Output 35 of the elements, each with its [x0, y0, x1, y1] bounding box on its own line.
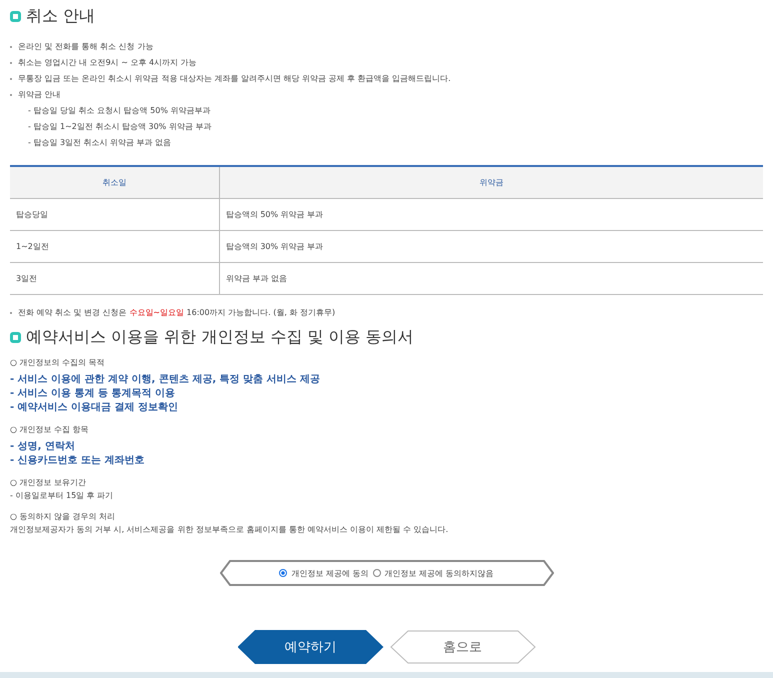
reserve-button[interactable]: 예약하기	[238, 630, 384, 664]
home-button[interactable]: 홈으로	[390, 630, 536, 664]
subsection-heading: ○ 개인정보 보유기간	[10, 477, 88, 489]
section-title: 취소 안내	[26, 6, 96, 27]
info-line: 개인정보제공자가 동의 거부 시, 서비스제공을 위한 정보부족으로 홈페이지를 통한 예약서비스 이용이 제한될 수 있습니다.	[10, 524, 450, 536]
sub-item-text: - 탑승일 당일 취소 요청시 탑승액 50% 위약금부과	[27, 105, 212, 117]
subsection-heading: ○ 개인정보의 수집의 목적	[10, 357, 106, 369]
phone-note-text: 전화 예약 취소 및 변경 신청은 수요일~일요일 16:00까지 가능합니다. (월, 화 정기휴무)	[18, 307, 336, 319]
sub-item-text: - 탑승일 1~2일전 취소시 탑승액 30% 위약금 부과	[27, 121, 212, 133]
column-header: 위약금	[219, 166, 763, 198]
subsection-heading: ○ 개인정보 수집 항목	[10, 424, 90, 436]
bullet-text: 온라인 및 전화를 통해 취소 신청 가능	[18, 41, 154, 53]
bullet-text: 위약금 안내	[18, 89, 61, 101]
table-cell: 탑승액의 50% 위약금 부과	[219, 198, 763, 230]
bullet-text: 무통장 입금 또는 온라인 취소시 위약금 적용 대상자는 계좌를 알려주시면 해당 위약금 공제 후 환급액을 입금해드립니다.	[18, 73, 451, 85]
consent-radio[interactable]: 개인정보 제공에 동의	[279, 568, 368, 578]
square-bullet-icon	[10, 11, 21, 22]
table-cell: 1~2일전	[10, 230, 220, 262]
subsection-heading: ○ 동의하지 않을 경우의 처리	[10, 511, 116, 523]
table-cell: 위약금 부과 없음	[219, 262, 763, 294]
square-bullet-icon	[10, 332, 21, 343]
info-line: - 서비스 이용 통계 등 통계목적 이용	[10, 387, 176, 401]
consent-radio[interactable]: 개인정보 제공에 동의하지않음	[372, 568, 494, 578]
table-cell: 3일전	[10, 262, 220, 294]
column-header: 취소일	[10, 166, 220, 198]
info-line: - 이용일로부터 15일 후 파기	[10, 490, 114, 502]
info-line: - 성명, 연락처	[10, 440, 76, 454]
info-line: - 서비스 이용에 관한 계약 이행, 콘텐츠 제공, 특정 맞춤 서비스 제공	[10, 373, 322, 387]
bullet-text: 취소는 영업시간 내 오전9시 ~ 오후 4시까지 가능	[18, 57, 197, 69]
sub-item-text: - 탑승일 3일전 취소시 위약금 부과 없음	[27, 137, 172, 149]
info-line: - 신용카드번호 또는 계좌번호	[10, 454, 146, 468]
info-line: - 예약서비스 이용대금 결제 정보확인	[10, 401, 180, 415]
table-cell: 탑승액의 30% 위약금 부과	[219, 230, 763, 262]
table-cell: 탑승당일	[10, 198, 220, 230]
section-title: 예약서비스 이용을 위한 개인정보 수집 및 이용 동의서	[26, 327, 414, 348]
